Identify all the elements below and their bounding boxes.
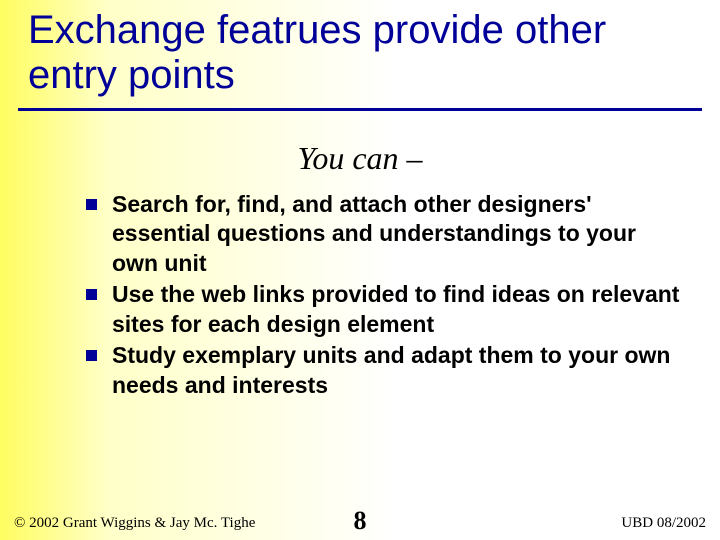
bullet-text: Use the web links provided to find ideas… — [112, 281, 679, 336]
page-number: 8 — [0, 506, 720, 536]
title-underline — [18, 108, 702, 111]
bullet-text: Study exemplary units and adapt them to … — [112, 342, 670, 397]
footer-code: UBD 08/2002 — [621, 515, 706, 532]
list-item: Use the web links provided to find ideas… — [86, 280, 686, 339]
slide-title: Exchange featrues provide other entry po… — [28, 8, 688, 98]
square-bullet-icon — [86, 199, 97, 210]
list-item: Search for, find, and attach other desig… — [86, 190, 686, 278]
bullet-list: Search for, find, and attach other desig… — [86, 190, 686, 402]
slide: Exchange featrues provide other entry po… — [0, 0, 720, 540]
list-item: Study exemplary units and adapt them to … — [86, 341, 686, 400]
bullet-text: Search for, find, and attach other desig… — [112, 191, 636, 276]
square-bullet-icon — [86, 350, 97, 361]
slide-subtitle: You can – — [0, 140, 720, 177]
square-bullet-icon — [86, 289, 97, 300]
